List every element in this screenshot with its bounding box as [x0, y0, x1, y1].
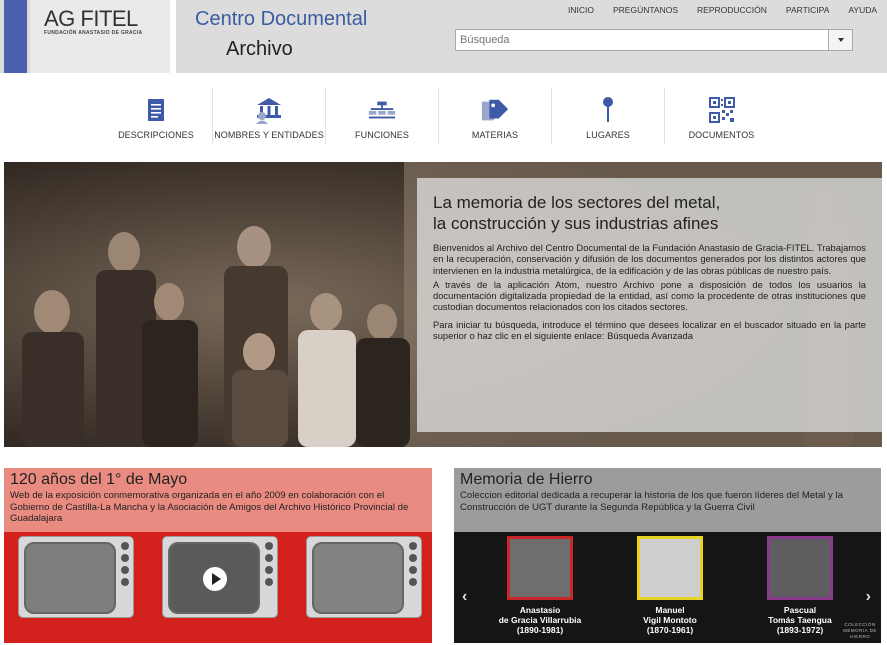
nav-materias[interactable]: MATERIAS — [439, 88, 552, 144]
logo[interactable]: AG FITEL FUNDACIÓN ANASTASIO DE GRACIA — [30, 0, 170, 73]
nav-label: DESCRIPCIONES — [118, 130, 194, 140]
nav-label: LUGARES — [586, 130, 630, 140]
top-navigation: INICIO PREGÚNTANOS REPRODUCCIÓN PARTICIP… — [568, 5, 887, 15]
nav-nombres-entidades[interactable]: NOMBRES Y ENTIDADES — [213, 88, 326, 144]
nav-label: FUNCIONES — [355, 130, 409, 140]
tv-screen — [24, 542, 116, 614]
hero-title-line1: La memoria de los sectores del metal, — [433, 193, 721, 212]
person-first-name: Manuel — [655, 605, 685, 615]
card-title: 120 años del 1° de Mayo — [10, 471, 188, 488]
nav-label: NOMBRES Y ENTIDADES — [214, 130, 324, 140]
topnav-ayuda[interactable]: AYUDA — [848, 5, 877, 15]
tv-set — [18, 536, 134, 618]
tv-knobs — [119, 542, 131, 612]
hero-title-line2: la construcción y sus industrias afines — [433, 214, 719, 233]
nav-documentos[interactable]: DOCUMENTOS — [665, 88, 778, 144]
functions-icon — [367, 96, 397, 124]
nav-label: MATERIAS — [471, 130, 519, 140]
play-button[interactable] — [203, 567, 227, 591]
person-last-name: de Gracia Villarrubia — [498, 615, 582, 625]
hero-paragraph-3: Para iniciar tu búsqueda, introduce el t… — [433, 319, 866, 342]
tags-icon — [480, 96, 510, 124]
search-dropdown-button[interactable] — [828, 30, 852, 50]
card-header: 120 años del 1° de Mayo Web de la exposi… — [4, 468, 432, 532]
document-icon — [141, 96, 171, 124]
card-description: Coleccion editorial dedicada a recuperar… — [460, 490, 843, 513]
person-years: (1890-1981) — [516, 625, 564, 635]
nav-descripciones[interactable]: DESCRIPCIONES — [100, 88, 213, 144]
nav-funciones[interactable]: FUNCIONES — [326, 88, 439, 144]
person-first-name: Anastasio — [519, 605, 561, 615]
card-description: Web de la exposición conmemorativa organ… — [10, 490, 409, 524]
tv-screen — [312, 542, 404, 614]
person-first-name: Pascual — [783, 605, 817, 615]
card-header: Memoria de Hierro Coleccion editorial de… — [454, 468, 881, 532]
hero-paragraph-2: A través de la aplicación Atom, nuestro … — [433, 278, 866, 313]
hero-text-panel: La memoria de los sectores del metal, la… — [417, 178, 882, 432]
tv-screen — [168, 542, 260, 614]
site-header: AG FITEL FUNDACIÓN ANASTASIO DE GRACIA C… — [0, 0, 887, 73]
site-title[interactable]: Centro Documental — [195, 8, 367, 31]
person-last-name: Tomás Taengua — [768, 615, 832, 625]
card-memoria-hierro[interactable]: Memoria de Hierro Coleccion editorial de… — [454, 468, 881, 643]
portrait-manuel[interactable] — [637, 536, 703, 600]
nav-lugares[interactable]: LUGARES — [552, 88, 665, 144]
topnav-participa[interactable]: PARTICIPA — [786, 5, 829, 15]
chevron-down-icon — [837, 38, 844, 42]
portrait-pascual[interactable] — [767, 536, 833, 600]
logo-text: AG FITEL — [44, 6, 138, 31]
location-pin-icon — [593, 96, 623, 124]
card-title: Memoria de Hierro — [460, 471, 593, 488]
site-subtitle[interactable]: Archivo — [226, 38, 293, 61]
card-120-anos[interactable]: 120 años del 1° de Mayo Web de la exposi… — [4, 468, 432, 643]
browse-navigation: DESCRIPCIONES NOMBRES Y ENTIDADES FUNCIO… — [100, 88, 778, 144]
hero-paragraph-1: Bienvenidos al Archivo del Centro Docume… — [433, 242, 866, 276]
topnav-reproduccion[interactable]: REPRODUCCIÓN — [697, 5, 767, 15]
tv-set — [306, 536, 422, 618]
tv-set-video — [162, 536, 278, 618]
portrait-anastasio[interactable] — [507, 536, 573, 600]
qr-code-icon — [707, 96, 737, 124]
search-input[interactable] — [456, 30, 826, 50]
search-box — [455, 29, 853, 51]
person-years: (1893-1972) — [776, 625, 824, 635]
portrait-carousel: ‹ Anastasio de Gracia Villarrubia (1890-… — [454, 532, 881, 643]
tv-knobs — [263, 542, 275, 612]
person-last-name: Vigil Montoto — [643, 615, 697, 625]
chevron-right-icon[interactable]: › — [866, 588, 871, 606]
person-name: Anastasio de Gracia Villarrubia (1890-19… — [485, 605, 595, 635]
institution-icon — [254, 96, 284, 124]
topnav-inicio[interactable]: INICIO — [568, 5, 594, 15]
hero-banner: La memoria de los sectores del metal, la… — [4, 162, 882, 447]
person-name: Manuel Vigil Montoto (1870-1961) — [615, 605, 725, 635]
header-accent-bar — [4, 0, 27, 73]
nav-label: DOCUMENTOS — [688, 130, 755, 140]
logo-subtitle: FUNDACIÓN ANASTASIO DE GRACIA — [44, 30, 143, 36]
tv-knobs — [407, 542, 419, 612]
chevron-left-icon[interactable]: ‹ — [462, 588, 467, 606]
play-icon — [212, 573, 221, 585]
header-divider — [170, 0, 176, 73]
person-years: (1870-1961) — [646, 625, 694, 635]
tv-banner — [4, 532, 432, 643]
topnav-preguntanos[interactable]: PREGÚNTANOS — [613, 5, 678, 15]
collection-mark: COLECCIÓN MEMORIA DE HIERRO — [843, 622, 877, 639]
person-name: Pascual Tomás Taengua (1893-1972) — [745, 605, 855, 635]
advanced-search-link[interactable]: Búsqueda Avanzada — [607, 330, 693, 341]
